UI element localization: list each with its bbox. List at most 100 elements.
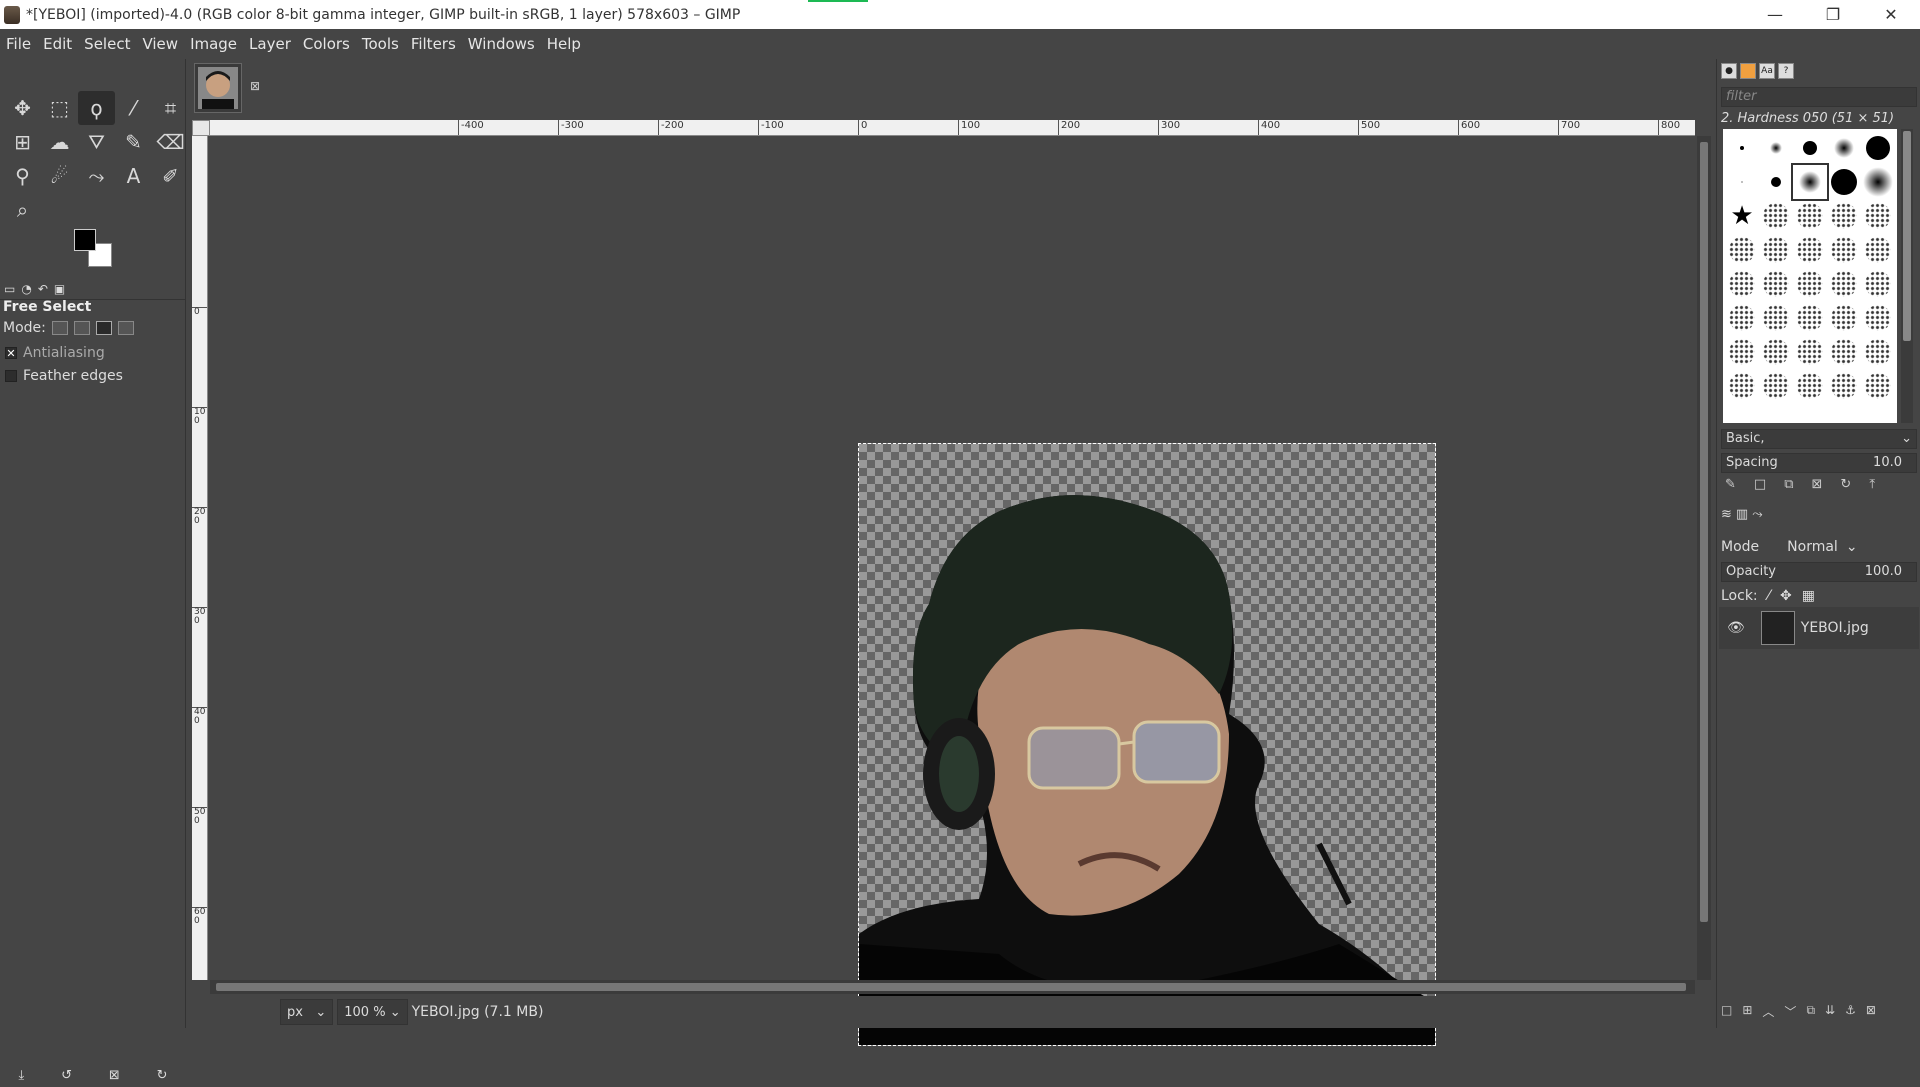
delete-options-icon[interactable]: ⊠ (109, 1068, 120, 1083)
crop-icon[interactable]: ⌗ (152, 91, 189, 125)
horizontal-scroll-thumb[interactable] (216, 983, 1686, 991)
mode-intersect-button[interactable] (117, 321, 134, 335)
antialiasing-row[interactable]: ✕ Antialiasing (5, 345, 105, 361)
brush-preview[interactable]: ★ (1725, 199, 1759, 233)
brush-preview[interactable] (1827, 131, 1861, 165)
brush-preview[interactable] (1827, 369, 1861, 403)
new-group-icon[interactable]: ⊞ (1742, 1003, 1752, 1020)
brush-filter-input[interactable]: filter (1721, 87, 1917, 107)
restore-button[interactable]: ❐ (1804, 0, 1862, 29)
menu-colors[interactable]: Colors (297, 35, 356, 53)
zoom-select[interactable]: 100 % ⌄ (337, 999, 408, 1025)
mode-add-button[interactable] (73, 321, 90, 335)
brush-preview[interactable] (1759, 369, 1793, 403)
brush-preview[interactable] (1793, 131, 1827, 165)
brush-preview[interactable] (1793, 199, 1827, 233)
brushes-scrollbar[interactable] (1901, 129, 1913, 423)
menu-select[interactable]: Select (78, 35, 136, 53)
channels-tab-icon[interactable]: ▥ (1736, 507, 1748, 522)
duplicate-layer-icon[interactable]: ⧉ (1806, 1003, 1815, 1020)
brush-preview[interactable] (1861, 369, 1895, 403)
ruler-corner[interactable] (192, 120, 210, 136)
image-canvas[interactable] (858, 443, 1436, 1046)
brush-preview[interactable] (1759, 233, 1793, 267)
opacity-slider[interactable]: Opacity 100.0 (1721, 562, 1917, 582)
eye-icon[interactable]: 👁 (1727, 620, 1745, 636)
new-brush-icon[interactable]: □ (1754, 477, 1766, 492)
brush-preview[interactable] (1861, 301, 1895, 335)
unit-select[interactable]: px ⌄ (280, 999, 334, 1025)
restore-options-icon[interactable]: ↺ (61, 1068, 72, 1083)
brush-preview[interactable] (1759, 301, 1793, 335)
bucket-fill-icon[interactable]: ⛛ (78, 125, 115, 159)
eraser-icon[interactable]: ⌫ (152, 125, 189, 159)
image-tab-thumbnail[interactable] (194, 63, 242, 113)
brush-preview[interactable] (1759, 199, 1793, 233)
move-tool-icon[interactable]: ✥ (4, 91, 41, 125)
delete-layer-icon[interactable]: ⊠ (1866, 1003, 1876, 1020)
clone-icon[interactable]: ⚲ (4, 159, 41, 193)
close-window-button[interactable]: ✕ (1862, 0, 1920, 29)
brush-preview[interactable] (1793, 267, 1827, 301)
fg-bg-colors[interactable] (74, 229, 124, 279)
brushes-tab-icon[interactable]: ● (1721, 63, 1737, 79)
anchor-layer-icon[interactable]: ⚓ (1845, 1003, 1856, 1020)
zoom-icon[interactable]: ⌕ (4, 193, 41, 227)
save-options-icon[interactable]: ⤓ (18, 1068, 24, 1083)
layer-mode-select[interactable]: Normal (1787, 539, 1838, 555)
transform-icon[interactable]: ⊞ (4, 125, 41, 159)
brush-preview[interactable] (1725, 335, 1759, 369)
lock-position-icon[interactable]: ✥ (1780, 588, 1792, 604)
merge-layer-icon[interactable]: ⇊ (1825, 1003, 1835, 1020)
brush-preview[interactable] (1861, 131, 1895, 165)
brush-preview[interactable] (1861, 233, 1895, 267)
tool-options-tab-icon[interactable]: ▭ (4, 282, 15, 296)
fonts-tab-icon[interactable]: Aa (1759, 63, 1775, 79)
brush-preview[interactable] (1725, 369, 1759, 403)
smudge-icon[interactable]: ☄ (41, 159, 78, 193)
brush-preview[interactable] (1725, 267, 1759, 301)
horizontal-scrollbar[interactable] (210, 980, 1695, 994)
feather-row[interactable]: Feather edges (5, 368, 123, 384)
brush-preview[interactable] (1827, 301, 1861, 335)
menu-layer[interactable]: Layer (243, 35, 297, 53)
brush-preview[interactable] (1827, 233, 1861, 267)
warp-icon[interactable]: ☁ (41, 125, 78, 159)
help-tab-icon[interactable]: ? (1778, 63, 1794, 79)
raise-layer-icon[interactable]: ︿ (1762, 1003, 1774, 1020)
spacing-slider[interactable]: Spacing 10.0 (1721, 453, 1917, 473)
edit-brush-icon[interactable]: ✎ (1725, 477, 1736, 492)
minimize-button[interactable]: — (1746, 0, 1804, 29)
brush-preview[interactable] (1861, 199, 1895, 233)
antialiasing-checkbox[interactable]: ✕ (5, 347, 17, 359)
paths-tab-icon[interactable]: ⤳ (1752, 507, 1762, 522)
device-status-tab-icon[interactable]: ◔ (21, 282, 31, 296)
fuzzy-select-icon[interactable]: ⁄ (115, 91, 152, 125)
paintbrush-icon[interactable]: ✎ (115, 125, 152, 159)
menu-filters[interactable]: Filters (405, 35, 462, 53)
layers-tab-icon[interactable]: ≋ (1721, 507, 1732, 522)
mode-replace-button[interactable] (51, 321, 68, 335)
brush-preview[interactable] (1861, 267, 1895, 301)
brush-preview[interactable] (1759, 267, 1793, 301)
brush-preview[interactable] (1827, 199, 1861, 233)
vertical-scroll-thumb[interactable] (1700, 142, 1708, 922)
canvas-area[interactable] (210, 136, 1695, 1046)
text-tool-icon[interactable]: A (115, 159, 152, 193)
brush-preview[interactable] (1791, 163, 1829, 201)
feather-checkbox[interactable] (5, 370, 17, 382)
brush-preview[interactable] (1861, 165, 1895, 199)
undo-history-tab-icon[interactable]: ↶ (38, 282, 48, 296)
vertical-scrollbar[interactable] (1697, 136, 1711, 980)
menu-windows[interactable]: Windows (462, 35, 541, 53)
paths-icon[interactable]: ⤳ (78, 159, 115, 193)
lock-alpha-icon[interactable]: ▦ (1802, 588, 1815, 604)
color-picker-icon[interactable]: ✐ (152, 159, 189, 193)
delete-brush-icon[interactable]: ⊠ (1812, 477, 1823, 492)
mode-subtract-button[interactable] (95, 321, 112, 335)
brush-preview[interactable] (1793, 369, 1827, 403)
free-select-icon[interactable]: ϙ (78, 91, 115, 125)
brush-grid[interactable]: ★ (1723, 129, 1897, 423)
rect-select-icon[interactable]: ⬚ (41, 91, 78, 125)
patterns-tab-icon[interactable] (1740, 63, 1756, 79)
